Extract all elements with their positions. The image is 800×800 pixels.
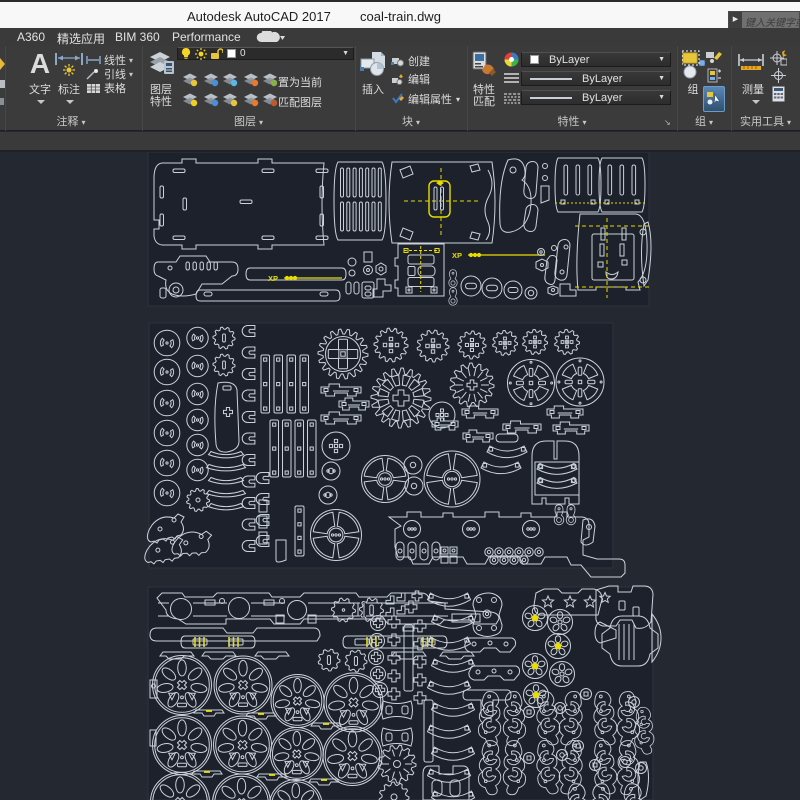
svg-text:XP: XP: [452, 251, 462, 260]
svg-text:XP: XP: [268, 274, 278, 283]
